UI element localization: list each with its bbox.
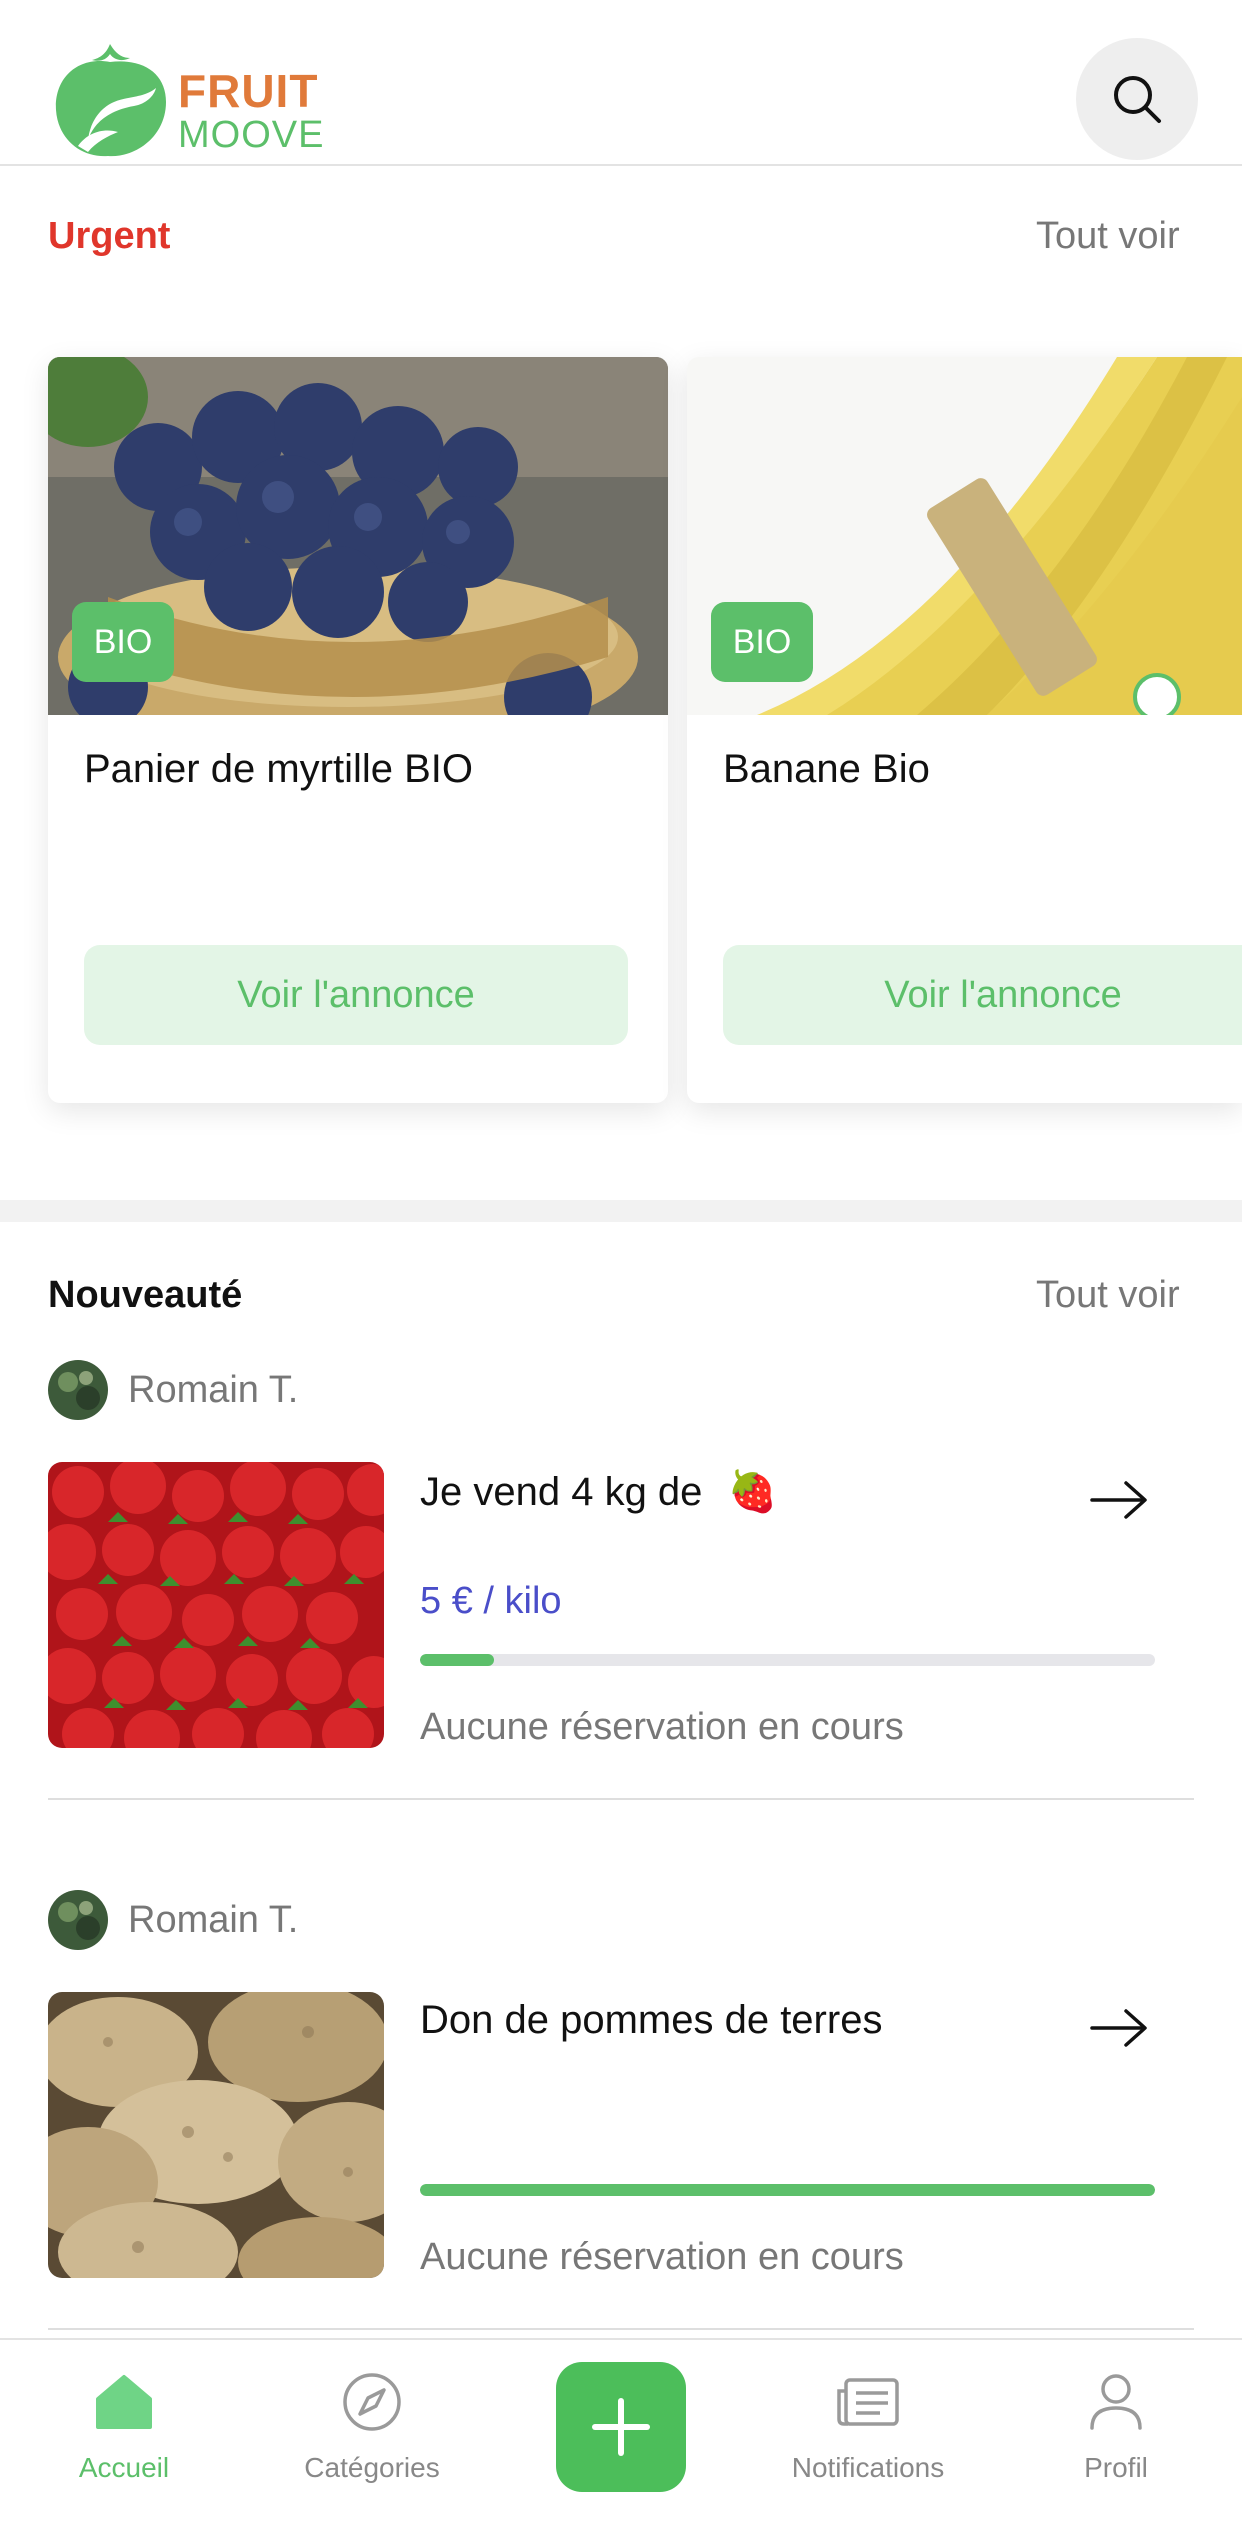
search-icon (1114, 76, 1161, 123)
listing-title[interactable]: Don de pommes de terres (420, 1998, 882, 2043)
urgent-card-banana[interactable]: BIO Banane Bio Voir l'annonce (687, 357, 1242, 1103)
tab-label: Profil (1084, 2452, 1148, 2483)
compass-icon (340, 2370, 404, 2434)
card-title: Banane Bio (723, 747, 930, 791)
row-separator (48, 1798, 1194, 1800)
listing-title-text: Je vend 4 kg de (420, 1470, 703, 1514)
user-icon (1084, 2370, 1148, 2434)
arrow-right-icon[interactable] (1090, 2008, 1148, 2048)
bio-badge: BIO (72, 602, 174, 682)
search-button[interactable] (1076, 38, 1198, 160)
logo-text-moove: MOOVE (178, 114, 325, 156)
tab-label: Catégories (304, 2452, 440, 2483)
news-section-title: Nouveauté (48, 1274, 243, 1316)
progress-fill (420, 2184, 1155, 2196)
reservation-status: Aucune réservation en cours (420, 2236, 904, 2278)
listing-author[interactable]: Romain T. (48, 1360, 298, 1420)
app-header: FRUIT MOOVE (0, 0, 1242, 166)
tab-notifications[interactable]: Notifications (768, 2340, 968, 2527)
author-name: Romain T. (128, 1898, 299, 1941)
logo-text-fruit: FRUIT (178, 65, 319, 117)
tab-profil[interactable]: Profil (1016, 2340, 1216, 2527)
listing-author[interactable]: Romain T. (48, 1890, 298, 1950)
reservation-status: Aucune réservation en cours (420, 1706, 904, 1748)
fruit-logo-icon (55, 44, 166, 157)
section-divider (0, 1200, 1242, 1222)
app-logo[interactable]: FRUIT MOOVE (48, 36, 328, 160)
arrow-right-icon[interactable] (1090, 1480, 1148, 1520)
reservation-progress-bar (420, 1654, 1155, 1666)
view-listing-button[interactable]: Voir l'annonce (723, 945, 1242, 1045)
home-icon (92, 2370, 156, 2434)
strawberry-emoji-icon: 🍓 (727, 1470, 778, 1514)
newspaper-icon (836, 2370, 900, 2434)
tab-categories[interactable]: Catégories (272, 2340, 472, 2527)
row-separator (48, 2328, 1194, 2330)
urgent-card-blueberry[interactable]: BIO Panier de myrtille BIO Voir l'annonc… (48, 357, 668, 1103)
add-listing-button[interactable] (556, 2362, 686, 2492)
bottom-tab-bar: Accueil Catégories Notifications Profil (0, 2338, 1242, 2527)
progress-fill (420, 1654, 494, 1666)
urgent-see-all-link[interactable]: Tout voir (1036, 215, 1180, 258)
potatoes-image[interactable] (48, 1992, 384, 2278)
news-see-all-link[interactable]: Tout voir (1036, 1274, 1180, 1317)
urgent-section-title: Urgent (48, 215, 171, 257)
view-listing-button[interactable]: Voir l'annonce (84, 945, 628, 1045)
author-name: Romain T. (128, 1368, 299, 1411)
plus-icon (592, 2398, 650, 2456)
tab-label: Notifications (791, 2452, 945, 2483)
tab-label: Accueil (78, 2452, 170, 2483)
avatar (48, 1360, 108, 1420)
reservation-progress-bar (420, 2184, 1155, 2196)
avatar (48, 1890, 108, 1950)
tab-accueil[interactable]: Accueil (24, 2340, 224, 2527)
listing-price: 5 € / kilo (420, 1580, 562, 1622)
strawberries-image[interactable] (48, 1462, 384, 1748)
card-title: Panier de myrtille BIO (84, 747, 474, 791)
bio-badge: BIO (711, 602, 813, 682)
listing-title[interactable]: Je vend 4 kg de 🍓 (420, 1468, 777, 1515)
